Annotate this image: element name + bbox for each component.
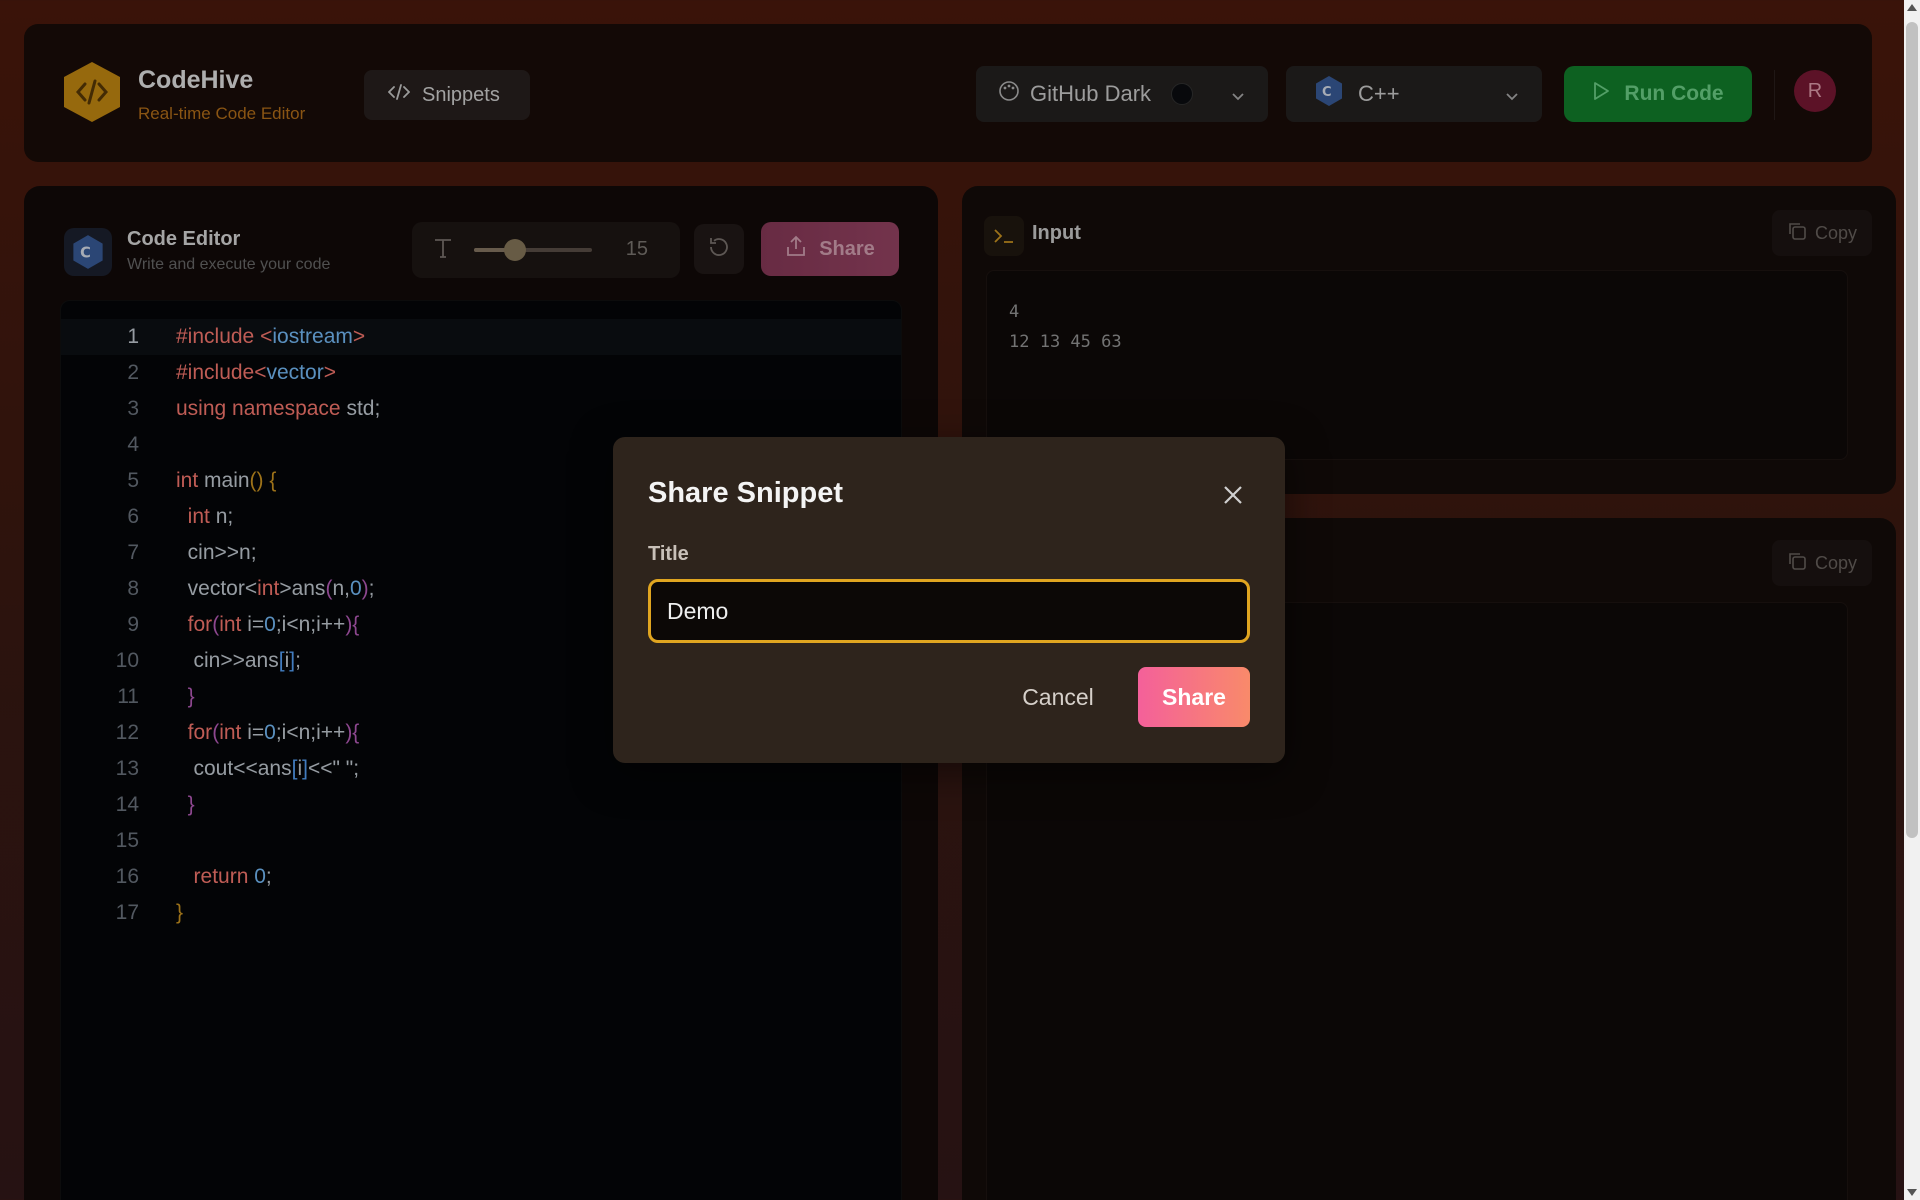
page-scrollbar[interactable] bbox=[1904, 0, 1920, 1200]
dialog-title: Share Snippet bbox=[648, 477, 843, 509]
close-icon[interactable] bbox=[1219, 481, 1247, 509]
share-snippet-dialog: Share Snippet Title Cancel Share bbox=[613, 437, 1285, 763]
cancel-button[interactable]: Cancel bbox=[998, 667, 1118, 727]
title-field-label: Title bbox=[648, 543, 689, 565]
snippet-title-input[interactable] bbox=[648, 579, 1250, 643]
scrollbar-thumb[interactable] bbox=[1906, 22, 1918, 838]
scroll-up-arrow-icon[interactable] bbox=[1907, 4, 1917, 11]
scroll-down-arrow-icon[interactable] bbox=[1907, 1189, 1917, 1196]
share-confirm-button[interactable]: Share bbox=[1138, 667, 1250, 727]
